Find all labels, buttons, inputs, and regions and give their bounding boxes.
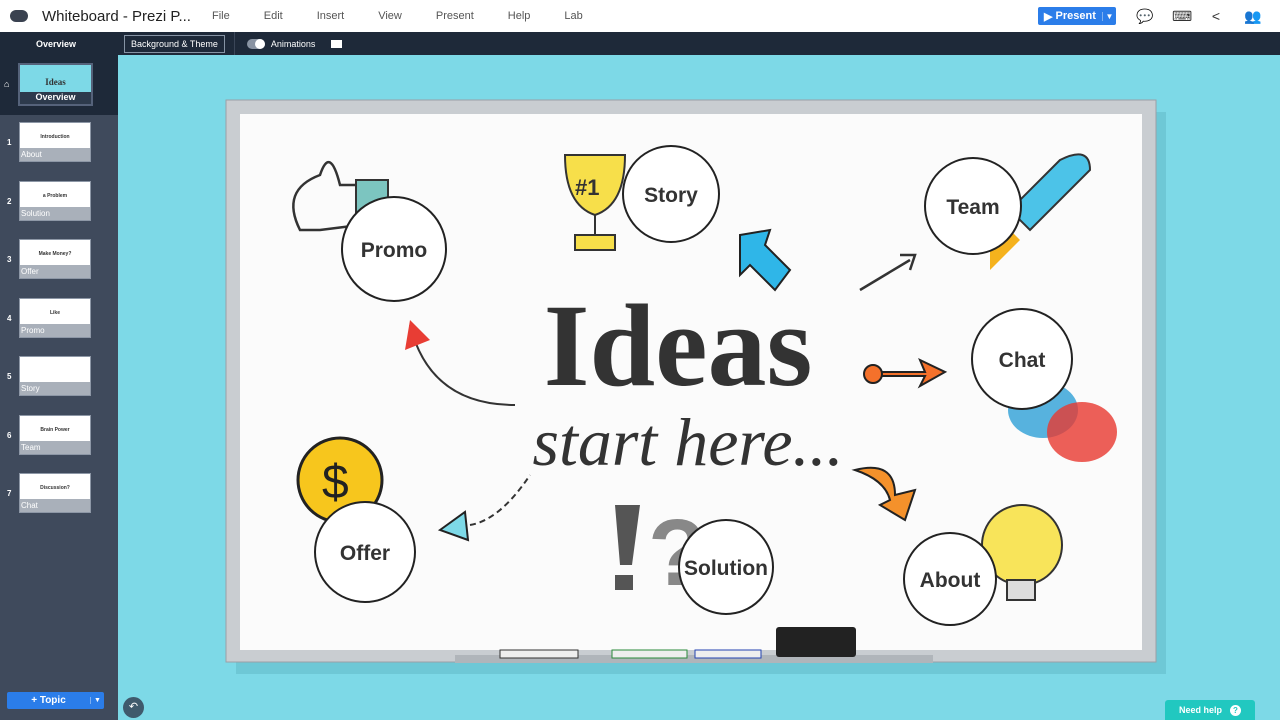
back-icon[interactable]: ↶ (123, 697, 144, 718)
need-help-button[interactable]: Need help? (1165, 700, 1255, 720)
comment-icon[interactable] (331, 39, 343, 48)
svg-text:About: About (920, 569, 981, 592)
slide-thumbnail[interactable]: a Problem Solution (19, 180, 91, 221)
menu-view[interactable]: View (378, 10, 402, 22)
animations-label: Animations (270, 38, 316, 49)
slide-thumbnail[interactable]: Introduction About (19, 122, 91, 162)
slide-item[interactable]: 6 Brain Power Team (0, 414, 118, 457)
overview-item[interactable]: ⌂ Ideas Overview (0, 55, 118, 115)
headline[interactable]: Ideas (544, 280, 813, 411)
slide-title: a Problem (42, 192, 68, 199)
svg-text:Solution: Solution (684, 557, 768, 580)
slide-number: 5 (7, 372, 12, 381)
menu-bar: File Edit Insert View Present Help Lab (212, 10, 617, 22)
question-icon: ? (1230, 704, 1241, 716)
topic-label: + Topic (31, 695, 66, 706)
marker-black (499, 649, 579, 659)
slide-title: Make Money? (38, 251, 72, 257)
menu-help[interactable]: Help (508, 10, 531, 22)
slide-title: Introduction (40, 134, 70, 140)
slide-item[interactable]: 2 a Problem Solution (0, 180, 118, 223)
slide-number: 1 (7, 138, 12, 147)
slide-label: Offer (20, 265, 90, 278)
help-label: Need help (1178, 705, 1222, 715)
slide-thumbnail[interactable]: Story (19, 356, 91, 396)
svg-text:Story: Story (644, 184, 698, 207)
slide-title: Brain Power (40, 426, 70, 433)
collaborators-icon[interactable]: 👥 (1244, 9, 1261, 23)
divider (233, 32, 235, 55)
present-button[interactable]: ▶ Present ▼ (1038, 7, 1116, 25)
slide-thumbnail[interactable]: Make Money? Offer (19, 239, 91, 279)
slide-title: Like (49, 309, 60, 316)
slide-item[interactable]: 7 Discussion? Chat (0, 473, 118, 515)
slide-thumbnail[interactable]: Like Promo (19, 297, 91, 338)
slide-label: Promo (20, 323, 90, 337)
topic-offer[interactable]: Offer (314, 501, 416, 603)
add-topic-button[interactable]: + Topic ▼ (7, 692, 104, 709)
slide-thumbnail[interactable]: Discussion? Chat (19, 473, 91, 513)
slide-number: 3 (7, 255, 12, 264)
top-bar: Whiteboard - Prezi P... File Edit Insert… (0, 0, 1280, 32)
menu-file[interactable]: File (212, 10, 230, 22)
menu-edit[interactable]: Edit (264, 10, 283, 22)
background-theme-button[interactable]: Background & Theme (124, 34, 225, 53)
slide-title: Discussion? (40, 485, 70, 491)
slide-item[interactable]: 5 Story (0, 356, 118, 398)
share-icon[interactable]: < (1208, 9, 1224, 23)
topic-chat[interactable]: Chat (971, 308, 1073, 410)
topic-promo[interactable]: Promo (341, 196, 447, 302)
slide-item[interactable]: 4 Like Promo (0, 297, 118, 340)
subline[interactable]: start here... (532, 404, 843, 480)
svg-text:Promo: Promo (361, 239, 428, 262)
svg-text:#1: #1 (575, 175, 599, 200)
slide-number: 4 (7, 313, 12, 323)
overview-tab[interactable]: Overview (0, 39, 112, 49)
slide-label: Solution (20, 206, 90, 220)
menu-insert[interactable]: Insert (317, 10, 345, 22)
topic-solution[interactable]: Solution (678, 519, 774, 615)
slide-item[interactable]: 1 Introduction About (0, 122, 118, 164)
present-label: Present (1055, 10, 1096, 22)
marker-green (611, 649, 688, 659)
cloud-icon[interactable] (10, 10, 28, 22)
topic-story[interactable]: Story (622, 145, 720, 243)
svg-text:Chat: Chat (999, 349, 1046, 372)
speech-bubble-red (1047, 402, 1117, 462)
present-dropdown[interactable]: ▼ (1102, 11, 1116, 21)
sidebar: ⌂ Ideas Overview 1 Introduction About 2 a… (0, 55, 118, 720)
slide-label: Story (20, 382, 90, 395)
slide-number: 2 (7, 196, 12, 206)
topic-team[interactable]: Team (924, 157, 1022, 255)
svg-text:Offer: Offer (340, 542, 390, 565)
slide-label: Team (20, 440, 90, 454)
menu-present[interactable]: Present (436, 10, 474, 22)
comments-icon[interactable]: 💬 (1136, 9, 1153, 23)
overview-label: Overview (20, 92, 91, 104)
slide-item[interactable]: 3 Make Money? Offer (0, 239, 118, 281)
home-icon: ⌂ (4, 79, 10, 89)
overview-thumbnail[interactable]: Ideas Overview (18, 63, 93, 106)
presentation-title[interactable]: Whiteboard - Prezi P... (42, 8, 212, 25)
slide-label: Chat (20, 499, 90, 512)
topic-dropdown[interactable]: ▼ (90, 697, 104, 704)
eraser (776, 627, 856, 657)
slide-number: 6 (7, 430, 12, 440)
slide-thumbnail[interactable]: Brain Power Team (19, 414, 91, 455)
thumb-title: Ideas (45, 77, 66, 87)
topic-about[interactable]: About (903, 532, 997, 626)
present-remote-icon[interactable]: ⌨ (1172, 9, 1192, 23)
animations-toggle[interactable] (246, 38, 265, 49)
slide-number: 7 (7, 489, 12, 498)
play-icon: ▶ (1044, 10, 1056, 23)
marker-blue (694, 649, 762, 659)
svg-text:Team: Team (946, 196, 999, 219)
toolbar: Overview Background & Theme Animations (0, 32, 1280, 55)
menu-lab[interactable]: Lab (564, 10, 582, 22)
whiteboard-canvas[interactable]: #1 $ ? Promo Story Team Chat Offer Solut… (0, 0, 1280, 720)
slide-label: About (20, 148, 90, 161)
svg-text:$: $ (322, 456, 349, 509)
